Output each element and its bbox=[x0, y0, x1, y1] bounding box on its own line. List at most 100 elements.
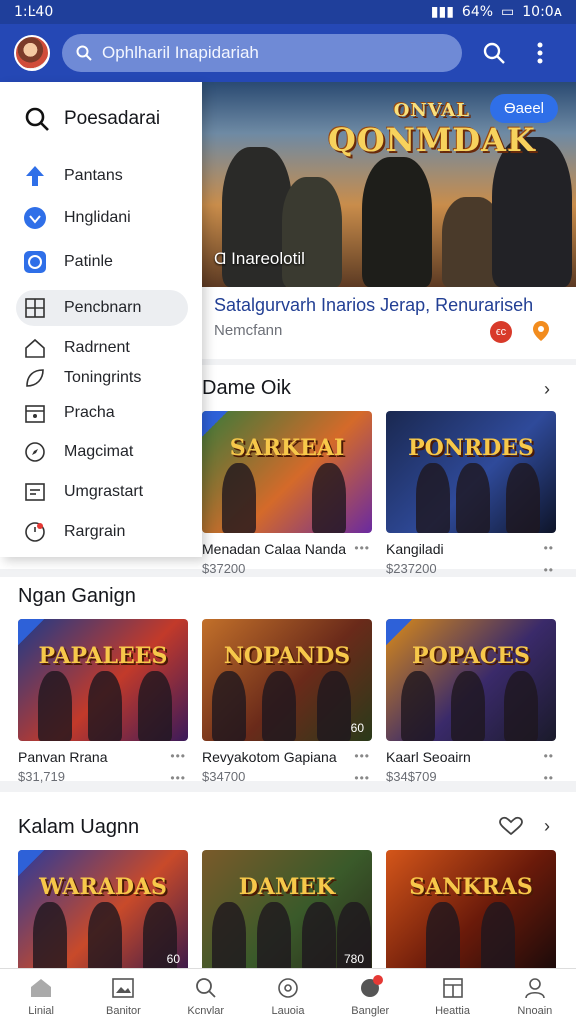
section-kalam-uagnn: Kalam Uagnn › WARADAS 60 DAMEK 780 SANKRAS bbox=[0, 792, 576, 968]
featured-banner[interactable]: ONVAL QONMDAK Ɵaeel Ɑ Inareolotil bbox=[202, 82, 576, 287]
app-bar: Ophlharil Inapidariah bbox=[0, 24, 576, 82]
nav-label: Lauoia bbox=[271, 1004, 305, 1017]
drawer-item-10[interactable]: Rargrain bbox=[16, 514, 188, 550]
bottom-navigation: Linial Banitor Kcnvlar Lauoia Bangler Heattia… bbox=[0, 968, 576, 1024]
hero-badge[interactable]: Ɵaeel bbox=[489, 94, 558, 123]
location-pin-icon[interactable] bbox=[532, 320, 550, 342]
game-card[interactable]: PONRDES Kangiladi $237200 •• •• bbox=[386, 411, 556, 577]
nav-item-1[interactable]: Linial bbox=[0, 969, 82, 1024]
search-icon bbox=[76, 45, 92, 61]
compass-icon bbox=[22, 439, 48, 465]
nav-item-4[interactable]: Lauoia bbox=[247, 969, 329, 1024]
search-input[interactable]: Ophlharil Inapidariah bbox=[62, 34, 462, 72]
card-title: Menadan Calaa Nanda bbox=[202, 541, 346, 557]
section-title: Kalam Uagnn bbox=[18, 816, 140, 838]
search-icon bbox=[25, 107, 49, 131]
drawer-item-7[interactable]: Pracha bbox=[16, 395, 188, 431]
status-time: 1:Ŀ40 bbox=[14, 4, 54, 20]
card-title: Kaarl Seoairn bbox=[386, 749, 471, 765]
card-logo-text: WARADAS bbox=[39, 874, 167, 900]
drawer-item-2[interactable]: Hnglidani bbox=[16, 200, 188, 236]
image-icon bbox=[111, 977, 135, 1002]
chevron-right-icon[interactable]: › bbox=[544, 816, 550, 837]
settings-icon bbox=[276, 977, 300, 1002]
card-icon bbox=[22, 479, 48, 505]
nav-label: Heattia bbox=[435, 1004, 470, 1017]
drawer-item-9[interactable]: Umgrastart bbox=[16, 474, 188, 510]
nav-label: Linial bbox=[28, 1004, 54, 1017]
drawer-item-1[interactable]: Pantans bbox=[16, 158, 188, 194]
nav-item-3[interactable]: Kcnvlar bbox=[165, 969, 247, 1024]
game-card[interactable]: NOPANDS 60 Revyakotom Gapiana $34700 ••• … bbox=[202, 619, 372, 785]
circle-square-icon bbox=[22, 249, 48, 275]
drawer-item-3[interactable]: Patinle bbox=[16, 244, 188, 280]
card-badge-number: 60 bbox=[350, 721, 364, 735]
more-icon[interactable]: ••• bbox=[170, 771, 186, 785]
more-icon[interactable]: •• bbox=[544, 563, 554, 577]
navigation-drawer: Poesadarai Pantans Hnglidani Patinle Pencbn… bbox=[0, 82, 202, 557]
more-icon[interactable]: •• bbox=[544, 749, 554, 763]
card-title: Kangiladi bbox=[386, 541, 444, 557]
nav-item-2[interactable]: Banitor bbox=[82, 969, 164, 1024]
more-vert-icon[interactable] bbox=[526, 39, 554, 67]
drawer-item-label: Pracha bbox=[64, 404, 115, 421]
game-card[interactable]: WARADAS 60 bbox=[18, 850, 188, 968]
drawer-item-8[interactable]: Magcimat bbox=[16, 434, 188, 470]
drawer-item-label: Toningrints bbox=[64, 369, 142, 386]
home-icon bbox=[22, 335, 48, 361]
card-price: $237200 bbox=[386, 561, 437, 576]
drawer-item-label: Hnglidani bbox=[64, 209, 131, 226]
card-title: Panvan Rrana bbox=[18, 749, 108, 765]
search-icon[interactable] bbox=[480, 39, 508, 67]
game-card[interactable]: SANKRAS bbox=[386, 850, 556, 968]
nav-item-7[interactable]: Nnoain bbox=[494, 969, 576, 1024]
drawer-item-label: Pantans bbox=[64, 167, 123, 184]
drawer-item-label: Patinle bbox=[64, 253, 113, 270]
card-logo-text: SARKEAI bbox=[229, 435, 345, 461]
hero-caption: Ɑ Inareolotil bbox=[214, 249, 305, 268]
drawer-item-4[interactable]: Pencbnarn bbox=[16, 290, 188, 326]
card-badge-number: 780 bbox=[343, 952, 364, 966]
nav-label: Nnoain bbox=[517, 1004, 553, 1017]
game-card[interactable]: POPACES Kaarl Seoairn $34$709 •• •• bbox=[386, 619, 556, 785]
drawer-item-label: Umgrastart bbox=[64, 483, 144, 500]
drawer-item-6[interactable]: Toningrints bbox=[16, 360, 188, 396]
card-title: Revyakotom Gapiana bbox=[202, 749, 337, 765]
drawer-item-label: Pencbnarn bbox=[64, 299, 142, 316]
game-card[interactable]: DAMEK 780 bbox=[202, 850, 372, 968]
calendar-icon bbox=[441, 977, 465, 1002]
section-title: Ngan Ganign bbox=[18, 585, 136, 607]
game-card[interactable]: PAPALEES Panvan Rrana $31,719 ••• ••• bbox=[18, 619, 188, 785]
nav-item-5[interactable]: Bangler bbox=[329, 969, 411, 1024]
more-icon[interactable]: •• bbox=[544, 541, 554, 555]
more-icon[interactable]: ••• bbox=[354, 749, 370, 763]
game-card[interactable]: SARKEAI Menadan Calaa Nanda $37200 ••• bbox=[202, 411, 372, 576]
section-ngan-ganign: Ngan Ganign PAPALEES Panvan Rrana $31,71… bbox=[0, 577, 576, 785]
more-icon[interactable]: ••• bbox=[354, 771, 370, 785]
card-price: $34700 bbox=[202, 769, 246, 784]
card-price: $37200 bbox=[202, 561, 246, 576]
hero-info-title: Satalgurvarh Inarios Jerap, Renurariseh bbox=[214, 295, 534, 315]
grid-icon bbox=[22, 295, 48, 321]
hero-info[interactable]: Satalgurvarh Inarios Jerap, Renurariseh … bbox=[202, 287, 576, 359]
more-icon[interactable]: •• bbox=[544, 771, 554, 785]
drawer-item-label: Radrnent bbox=[64, 339, 130, 356]
avatar[interactable] bbox=[14, 35, 50, 71]
drawer-title: Poesadarai bbox=[64, 108, 161, 129]
nav-item-6[interactable]: Heattia bbox=[411, 969, 493, 1024]
status-clock: 10:0ᴀ bbox=[522, 4, 562, 20]
drawer-header[interactable]: Poesadarai bbox=[24, 106, 160, 132]
nav-label: Bangler bbox=[351, 1004, 390, 1017]
clock-icon bbox=[22, 519, 48, 545]
card-price: $34$709 bbox=[386, 769, 437, 784]
card-logo-text: PONRDES bbox=[408, 435, 534, 461]
card-logo-text: NOPANDS bbox=[223, 643, 351, 669]
drawer-item-label: Magcimat bbox=[64, 443, 134, 460]
heart-outline-icon[interactable] bbox=[498, 816, 524, 836]
chevron-right-icon[interactable]: › bbox=[544, 379, 550, 400]
card-logo-text: PAPALEES bbox=[38, 643, 168, 669]
calendar-icon bbox=[22, 400, 48, 426]
signal-icon: ▮▮▮ bbox=[430, 4, 454, 20]
more-icon[interactable]: ••• bbox=[354, 541, 370, 555]
more-icon[interactable]: ••• bbox=[170, 749, 186, 763]
